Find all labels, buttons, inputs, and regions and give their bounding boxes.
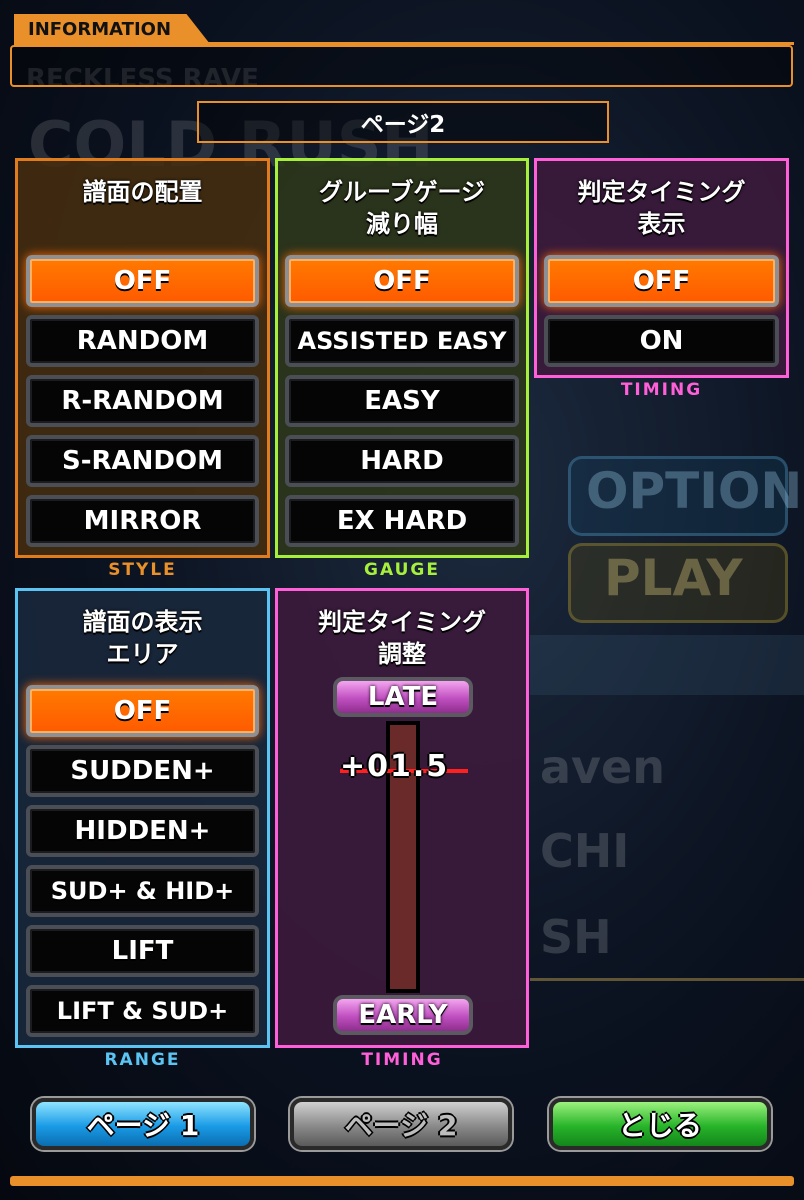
footer-accent-line	[10, 1176, 794, 1186]
gauge-caption: GAUGE	[364, 560, 440, 580]
information-bar	[10, 45, 793, 87]
style-option-r-random[interactable]: R-RANDOM	[26, 375, 259, 427]
style-option-random[interactable]: RANDOM	[26, 315, 259, 367]
bg-list-item: aven	[540, 740, 665, 794]
gauge-option-hard[interactable]: HARD	[285, 435, 519, 487]
style-option-s-random[interactable]: S-RANDOM	[26, 435, 259, 487]
bg-highlight-line	[530, 978, 804, 981]
bg-play-button: PLAY	[604, 549, 743, 607]
page-1-button[interactable]: ページ 1	[32, 1098, 254, 1150]
bg-list-item: CHI	[540, 824, 630, 878]
range-option-sudden[interactable]: SUDDEN+	[26, 745, 259, 797]
timing-display-option-on[interactable]: ON	[544, 315, 779, 367]
timing-display-caption: TIMING	[620, 380, 703, 400]
timing-display-title-line1: 判定タイミング	[577, 178, 746, 206]
range-option-off[interactable]: OFF	[26, 685, 259, 737]
range-option-sud-hid[interactable]: SUD+ & HID+	[26, 865, 259, 917]
information-tab: INFORMATION	[14, 14, 210, 44]
timing-adjust-panel: 判定タイミング 調整 LATE +01.5 EARLY	[275, 588, 529, 1048]
bg-list-item: SH	[540, 910, 612, 964]
bg-list-header	[530, 635, 804, 695]
gauge-panel: グルーブゲージ 減り幅 OFF ASSISTED EASY EASY HARD …	[275, 158, 529, 558]
gauge-option-off[interactable]: OFF	[285, 255, 519, 307]
style-option-mirror[interactable]: MIRROR	[26, 495, 259, 547]
style-panel-title: 譜面の配置	[82, 178, 203, 206]
range-option-lift[interactable]: LIFT	[26, 925, 259, 977]
close-button[interactable]: とじる	[549, 1098, 771, 1150]
early-label: EARLY	[333, 995, 473, 1035]
late-label: LATE	[333, 677, 473, 717]
timing-adjust-caption: TIMING	[361, 1050, 443, 1070]
timing-adjust-title-line1: 判定タイミング	[318, 608, 486, 636]
range-panel-title-line2: エリア	[106, 640, 179, 668]
timing-adjust-title-line2: 調整	[378, 640, 426, 668]
gauge-option-assisted-easy[interactable]: ASSISTED EASY	[285, 315, 519, 367]
page-indicator: ページ2	[197, 101, 609, 143]
style-option-off[interactable]: OFF	[26, 255, 259, 307]
gauge-panel-title-line1: グルーブゲージ	[318, 178, 486, 206]
gauge-panel-title-line2: 減り幅	[366, 210, 438, 238]
timing-display-title-line2: 表示	[637, 210, 686, 238]
timing-display-option-off[interactable]: OFF	[544, 255, 779, 307]
style-panel: 譜面の配置 OFF RANDOM R-RANDOM S-RANDOM MIRRO…	[15, 158, 270, 558]
page-2-button[interactable]: ページ 2	[290, 1098, 512, 1150]
range-option-hidden[interactable]: HIDDEN+	[26, 805, 259, 857]
range-panel: 譜面の表示 エリア OFF SUDDEN+ HIDDEN+ SUD+ & HID…	[15, 588, 270, 1048]
gauge-option-easy[interactable]: EASY	[285, 375, 519, 427]
timing-display-panel: 判定タイミング 表示 OFF ON	[534, 158, 789, 378]
range-caption: RANGE	[104, 1050, 181, 1070]
style-caption: STYLE	[108, 560, 177, 580]
gauge-option-ex-hard[interactable]: EX HARD	[285, 495, 519, 547]
range-panel-title-line1: 譜面の表示	[82, 608, 203, 636]
timing-slider-value: +01.5	[340, 749, 450, 784]
range-option-lift-sud[interactable]: LIFT & SUD+	[26, 985, 259, 1037]
bg-option-button: OPTION	[586, 462, 803, 520]
